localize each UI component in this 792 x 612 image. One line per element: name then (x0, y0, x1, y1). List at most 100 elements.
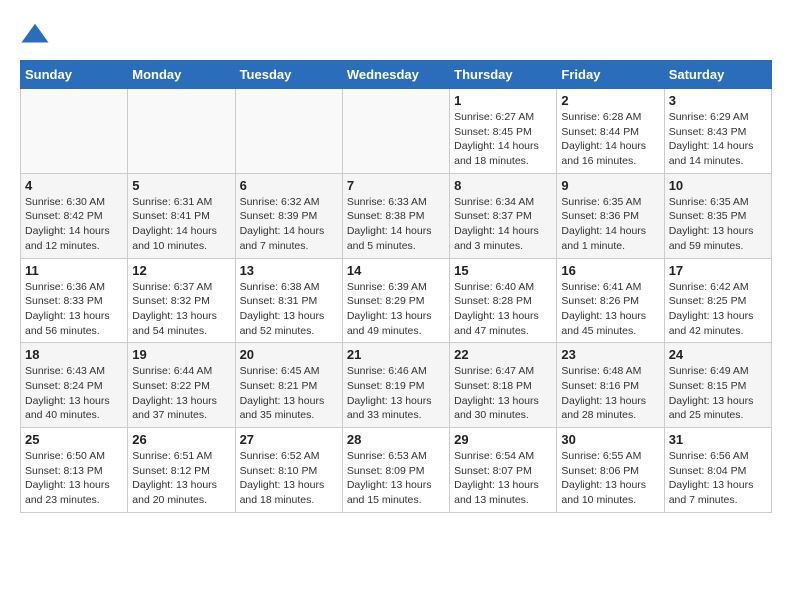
calendar-cell: 12Sunrise: 6:37 AM Sunset: 8:32 PM Dayli… (128, 258, 235, 343)
calendar-cell: 22 Sunrise: 6:47 AM Sunset: 8:18 PM Dayli… (450, 343, 557, 428)
day-number: 18 (25, 347, 123, 362)
day-info: Sunrise: 6:27 AM Sunset: 8:45 PM Dayligh… (454, 110, 552, 169)
day-number: 11 (25, 263, 123, 278)
calendar-cell: 20 Sunrise: 6:45 AM Sunset: 8:21 PM Dayli… (235, 343, 342, 428)
calendar-cell: 3 Sunrise: 6:29 AM Sunset: 8:43 PM Daylig… (664, 89, 771, 174)
calendar-week-2: 4 Sunrise: 6:30 AM Sunset: 8:42 PM Daylig… (21, 173, 772, 258)
day-number: 9 (561, 178, 659, 193)
logo-icon (20, 20, 50, 50)
day-info: Sunrise: 6:52 AM Sunset: 8:10 PM Dayligh… (240, 449, 338, 508)
day-info: Sunrise: 6:49 AM Sunset: 8:15 PM Dayligh… (669, 364, 767, 423)
day-info: Sunrise: 6:38 AM Sunset: 8:31 PM Dayligh… (240, 280, 338, 339)
day-number: 5 (132, 178, 230, 193)
page-header (20, 20, 772, 50)
day-number: 8 (454, 178, 552, 193)
day-number: 24 (669, 347, 767, 362)
calendar-cell: 11 Sunrise: 6:36 AM Sunset: 8:33 PM Dayli… (21, 258, 128, 343)
calendar-week-1: 1 Sunrise: 6:27 AM Sunset: 8:45 PM Daylig… (21, 89, 772, 174)
calendar-cell: 29 Sunrise: 6:54 AM Sunset: 8:07 PM Dayli… (450, 428, 557, 513)
calendar-cell: 21Sunrise: 6:46 AM Sunset: 8:19 PM Dayli… (342, 343, 449, 428)
weekday-header-saturday: Saturday (664, 61, 771, 89)
calendar-cell: 24 Sunrise: 6:49 AM Sunset: 8:15 PM Dayli… (664, 343, 771, 428)
day-info: Sunrise: 6:39 AM Sunset: 8:29 PM Dayligh… (347, 280, 445, 339)
day-info: Sunrise: 6:54 AM Sunset: 8:07 PM Dayligh… (454, 449, 552, 508)
day-info: Sunrise: 6:43 AM Sunset: 8:24 PM Dayligh… (25, 364, 123, 423)
day-info: Sunrise: 6:32 AM Sunset: 8:39 PM Dayligh… (240, 195, 338, 254)
day-number: 22 (454, 347, 552, 362)
calendar-cell (128, 89, 235, 174)
day-info: Sunrise: 6:35 AM Sunset: 8:36 PM Dayligh… (561, 195, 659, 254)
day-info: Sunrise: 6:45 AM Sunset: 8:21 PM Dayligh… (240, 364, 338, 423)
day-info: Sunrise: 6:48 AM Sunset: 8:16 PM Dayligh… (561, 364, 659, 423)
day-info: Sunrise: 6:55 AM Sunset: 8:06 PM Dayligh… (561, 449, 659, 508)
day-number: 30 (561, 432, 659, 447)
weekday-header-sunday: Sunday (21, 61, 128, 89)
calendar-cell: 10 Sunrise: 6:35 AM Sunset: 8:35 PM Dayli… (664, 173, 771, 258)
day-number: 20 (240, 347, 338, 362)
day-number: 12 (132, 263, 230, 278)
calendar-cell (21, 89, 128, 174)
day-info: Sunrise: 6:33 AM Sunset: 8:38 PM Dayligh… (347, 195, 445, 254)
weekday-header-tuesday: Tuesday (235, 61, 342, 89)
calendar-cell: 16 Sunrise: 6:41 AM Sunset: 8:26 PM Dayli… (557, 258, 664, 343)
calendar-cell: 7 Sunrise: 6:33 AM Sunset: 8:38 PM Daylig… (342, 173, 449, 258)
day-info: Sunrise: 6:40 AM Sunset: 8:28 PM Dayligh… (454, 280, 552, 339)
day-number: 2 (561, 93, 659, 108)
day-number: 1 (454, 93, 552, 108)
calendar-cell: 5Sunrise: 6:31 AM Sunset: 8:41 PM Daylig… (128, 173, 235, 258)
day-number: 19 (132, 347, 230, 362)
day-info: Sunrise: 6:53 AM Sunset: 8:09 PM Dayligh… (347, 449, 445, 508)
day-number: 29 (454, 432, 552, 447)
calendar-cell: 13 Sunrise: 6:38 AM Sunset: 8:31 PM Dayli… (235, 258, 342, 343)
day-info: Sunrise: 6:44 AM Sunset: 8:22 PM Dayligh… (132, 364, 230, 423)
day-number: 17 (669, 263, 767, 278)
calendar-cell (342, 89, 449, 174)
calendar-cell: 15 Sunrise: 6:40 AM Sunset: 8:28 PM Dayli… (450, 258, 557, 343)
day-number: 15 (454, 263, 552, 278)
calendar-cell (235, 89, 342, 174)
calendar-cell: 25 Sunrise: 6:50 AM Sunset: 8:13 PM Dayli… (21, 428, 128, 513)
calendar-cell: 1 Sunrise: 6:27 AM Sunset: 8:45 PM Daylig… (450, 89, 557, 174)
day-number: 26 (132, 432, 230, 447)
weekday-header-wednesday: Wednesday (342, 61, 449, 89)
day-info: Sunrise: 6:50 AM Sunset: 8:13 PM Dayligh… (25, 449, 123, 508)
calendar-cell: 28 Sunrise: 6:53 AM Sunset: 8:09 PM Dayli… (342, 428, 449, 513)
day-info: Sunrise: 6:36 AM Sunset: 8:33 PM Dayligh… (25, 280, 123, 339)
day-info: Sunrise: 6:28 AM Sunset: 8:44 PM Dayligh… (561, 110, 659, 169)
day-number: 25 (25, 432, 123, 447)
calendar-cell: 19 Sunrise: 6:44 AM Sunset: 8:22 PM Dayli… (128, 343, 235, 428)
day-number: 31 (669, 432, 767, 447)
day-info: Sunrise: 6:30 AM Sunset: 8:42 PM Dayligh… (25, 195, 123, 254)
day-info: Sunrise: 6:47 AM Sunset: 8:18 PM Dayligh… (454, 364, 552, 423)
calendar-cell: 18 Sunrise: 6:43 AM Sunset: 8:24 PM Dayli… (21, 343, 128, 428)
day-number: 7 (347, 178, 445, 193)
day-number: 27 (240, 432, 338, 447)
day-number: 13 (240, 263, 338, 278)
day-number: 23 (561, 347, 659, 362)
day-info: Sunrise: 6:41 AM Sunset: 8:26 PM Dayligh… (561, 280, 659, 339)
calendar-cell: 27 Sunrise: 6:52 AM Sunset: 8:10 PM Dayli… (235, 428, 342, 513)
day-info: Sunrise: 6:51 AM Sunset: 8:12 PM Dayligh… (132, 449, 230, 508)
logo (20, 20, 54, 50)
calendar-cell: 4 Sunrise: 6:30 AM Sunset: 8:42 PM Daylig… (21, 173, 128, 258)
day-info: Sunrise: 6:29 AM Sunset: 8:43 PM Dayligh… (669, 110, 767, 169)
day-info: Sunrise: 6:34 AM Sunset: 8:37 PM Dayligh… (454, 195, 552, 254)
weekday-header-friday: Friday (557, 61, 664, 89)
calendar-table: SundayMondayTuesdayWednesdayThursdayFrid… (20, 60, 772, 513)
day-number: 14 (347, 263, 445, 278)
calendar-cell: 2 Sunrise: 6:28 AM Sunset: 8:44 PM Daylig… (557, 89, 664, 174)
calendar-cell: 23 Sunrise: 6:48 AM Sunset: 8:16 PM Dayli… (557, 343, 664, 428)
weekday-header-monday: Monday (128, 61, 235, 89)
day-number: 3 (669, 93, 767, 108)
calendar-week-3: 11 Sunrise: 6:36 AM Sunset: 8:33 PM Dayli… (21, 258, 772, 343)
day-number: 16 (561, 263, 659, 278)
weekday-header-row: SundayMondayTuesdayWednesdayThursdayFrid… (21, 61, 772, 89)
day-number: 28 (347, 432, 445, 447)
weekday-header-thursday: Thursday (450, 61, 557, 89)
day-number: 10 (669, 178, 767, 193)
calendar-cell: 26 Sunrise: 6:51 AM Sunset: 8:12 PM Dayli… (128, 428, 235, 513)
day-info: Sunrise: 6:35 AM Sunset: 8:35 PM Dayligh… (669, 195, 767, 254)
calendar-cell: 6Sunrise: 6:32 AM Sunset: 8:39 PM Daylig… (235, 173, 342, 258)
calendar-cell: 9 Sunrise: 6:35 AM Sunset: 8:36 PM Daylig… (557, 173, 664, 258)
day-number: 4 (25, 178, 123, 193)
